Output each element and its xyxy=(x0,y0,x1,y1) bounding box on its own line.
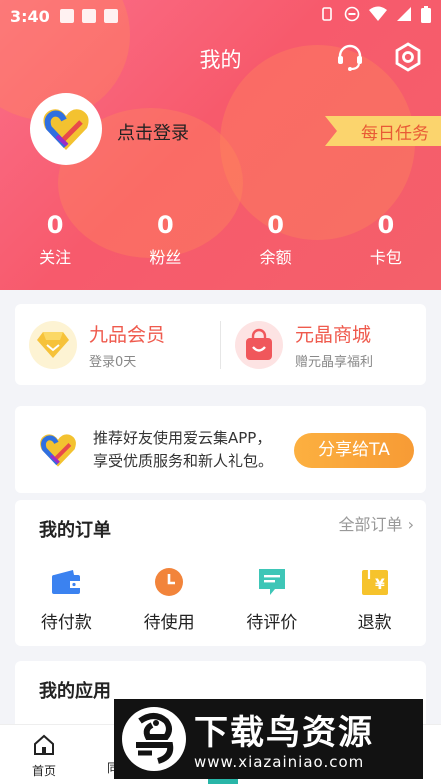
order-status-row: 待付款 待使用 待评价 ¥ 退款 xyxy=(15,566,426,633)
order-label: 退款 xyxy=(357,613,392,633)
share-card: 推荐好友使用爱云集APP， 享受优质服务和新人礼包。 分享给TA xyxy=(15,406,426,493)
page-title: 我的 xyxy=(199,48,242,72)
status-bar: 3:40 xyxy=(0,0,441,32)
stat-value: 0 xyxy=(46,211,64,239)
notification-icon xyxy=(59,9,74,23)
svg-text:¥: ¥ xyxy=(375,577,385,593)
clock-icon xyxy=(153,566,185,598)
status-time: 3:40 xyxy=(10,6,50,26)
settings-icon[interactable] xyxy=(393,42,423,72)
signal-icon xyxy=(396,6,412,26)
vip-subtitle: 登录0天 xyxy=(89,354,137,370)
watermark-title: 下载鸟资源 xyxy=(194,713,374,753)
orders-card: 我的订单 全部订单 › 待付款 待使用 待评价 ¥ 退款 xyxy=(15,500,426,646)
comment-icon xyxy=(256,566,288,598)
watermark-overlay: 下载鸟资源 www.xiazainiao.com xyxy=(114,699,423,779)
notification-icon xyxy=(103,9,118,23)
battery-icon xyxy=(421,5,431,27)
nav-label: 首页 xyxy=(31,764,56,778)
dnd-icon xyxy=(344,6,360,26)
section-title: 我的应用 xyxy=(39,681,111,702)
order-label: 待使用 xyxy=(143,613,195,633)
watermark-url: www.xiazainiao.com xyxy=(194,753,365,771)
stat-label: 余额 xyxy=(259,248,292,267)
order-to-review[interactable]: 待评价 xyxy=(221,566,324,633)
order-to-use[interactable]: 待使用 xyxy=(118,566,221,633)
wifi-icon xyxy=(369,6,387,26)
shopping-bag-icon xyxy=(235,320,283,369)
mall-entry[interactable]: 元晶商城 赠元晶享福利 xyxy=(221,304,426,385)
mall-title: 元晶商城 xyxy=(295,323,372,346)
order-refund[interactable]: ¥ 退款 xyxy=(323,566,426,633)
refund-icon: ¥ xyxy=(359,566,391,598)
order-label: 待付款 xyxy=(40,613,92,633)
stat-balance[interactable]: 0 余额 xyxy=(221,210,331,268)
stat-label: 卡包 xyxy=(369,248,402,267)
stat-value: 0 xyxy=(157,211,174,239)
stats-row: 0 关注 0 粉丝 0 余额 0 卡包 xyxy=(0,210,441,268)
stat-value: 0 xyxy=(267,211,284,239)
nav-home[interactable]: 首页 xyxy=(22,733,66,779)
customer-service-icon[interactable] xyxy=(335,42,365,72)
share-button[interactable]: 分享给TA xyxy=(294,433,414,468)
notification-icon xyxy=(81,9,96,23)
vip-member-entry[interactable]: 九品会员 登录0天 xyxy=(15,304,220,385)
mall-subtitle: 赠元晶享福利 xyxy=(295,354,374,370)
stat-value: 0 xyxy=(377,211,395,239)
order-pending-payment[interactable]: 待付款 xyxy=(15,566,118,633)
stat-label: 粉丝 xyxy=(149,248,182,267)
stat-fans[interactable]: 0 粉丝 xyxy=(110,210,220,268)
section-title: 我的订单 xyxy=(39,520,111,541)
app-logo-icon xyxy=(43,109,89,150)
home-icon xyxy=(34,734,54,755)
stat-follow[interactable]: 0 关注 xyxy=(0,210,110,268)
app-logo-icon xyxy=(40,433,76,467)
login-link[interactable]: 点击登录 xyxy=(117,119,189,145)
share-text: 推荐好友使用爱云集APP， 享受优质服务和新人礼包。 xyxy=(93,427,303,473)
order-label: 待评价 xyxy=(246,613,298,633)
stat-label: 关注 xyxy=(39,248,72,267)
watermark-logo-icon xyxy=(122,707,186,771)
share-text-line: 享受优质服务和新人礼包。 xyxy=(93,451,274,470)
daily-task-button[interactable]: 每日任务 xyxy=(325,116,441,146)
share-text-line: 推荐好友使用爱云集APP， xyxy=(93,428,272,447)
all-orders-link[interactable]: 全部订单 › xyxy=(339,511,415,535)
avatar[interactable] xyxy=(30,93,102,165)
stat-cards[interactable]: 0 卡包 xyxy=(331,210,441,268)
vibrate-icon xyxy=(319,6,335,26)
membership-card: 九品会员 登录0天 元晶商城 赠元晶享福利 xyxy=(15,304,426,385)
vip-title: 九品会员 xyxy=(89,323,166,346)
wallet-icon xyxy=(50,566,82,598)
diamond-icon xyxy=(29,320,77,369)
